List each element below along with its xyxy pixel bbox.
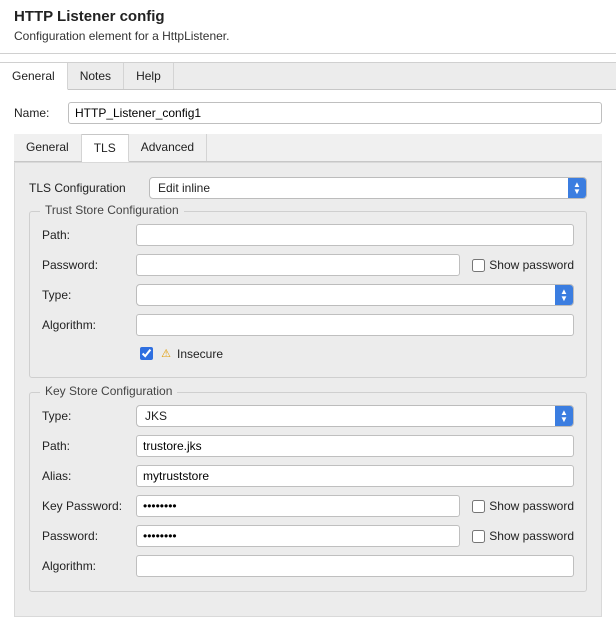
chevron-updown-icon: ▲▼ xyxy=(555,285,573,305)
ts-type-value xyxy=(137,285,555,305)
ks-password-toggle[interactable]: Show password xyxy=(468,527,574,546)
ts-showpassword-label: Show password xyxy=(489,258,574,272)
keystore-title: Key Store Configuration xyxy=(40,384,177,398)
ks-algorithm-label: Algorithm: xyxy=(42,559,136,573)
ks-type-label: Type: xyxy=(42,409,136,423)
ts-algorithm-label: Algorithm: xyxy=(42,318,136,332)
ts-type-label: Type: xyxy=(42,288,136,302)
ks-keypassword-checkbox[interactable] xyxy=(472,500,485,513)
tls-config-select[interactable]: Edit inline ▲▼ xyxy=(149,177,587,199)
ks-algorithm-input[interactable] xyxy=(136,555,574,577)
outer-tab-container: General Notes Help Name: General TLS Adv… xyxy=(0,62,616,635)
ts-insecure-checkbox[interactable] xyxy=(140,347,153,360)
ts-insecure-label: Insecure xyxy=(177,347,223,361)
ts-password-input[interactable] xyxy=(136,254,460,276)
ks-keypassword-toggle[interactable]: Show password xyxy=(468,497,574,516)
tls-panel: TLS Configuration Edit inline ▲▼ Trust S… xyxy=(14,162,602,617)
tab-inner-general[interactable]: General xyxy=(14,134,82,161)
tab-help[interactable]: Help xyxy=(124,63,174,89)
ks-alias-label: Alias: xyxy=(42,469,136,483)
tls-config-value: Edit inline xyxy=(150,178,568,198)
ks-path-input[interactable] xyxy=(136,435,574,457)
tab-inner-advanced[interactable]: Advanced xyxy=(129,134,207,161)
dialog-header: HTTP Listener config Configuration eleme… xyxy=(0,0,616,54)
tab-notes[interactable]: Notes xyxy=(68,63,124,89)
ts-algorithm-input[interactable] xyxy=(136,314,574,336)
ks-keypassword-showlabel: Show password xyxy=(489,499,574,513)
ks-password-showlabel: Show password xyxy=(489,529,574,543)
name-row: Name: xyxy=(14,102,602,124)
ks-password-label: Password: xyxy=(42,529,136,543)
tab-inner-tls[interactable]: TLS xyxy=(82,134,129,162)
keystore-group: Key Store Configuration Type: JKS ▲▼ Pat… xyxy=(29,392,587,592)
dialog-subtitle: Configuration element for a HttpListener… xyxy=(14,29,602,43)
ks-alias-input[interactable] xyxy=(136,465,574,487)
ts-path-input[interactable] xyxy=(136,224,574,246)
ks-type-select[interactable]: JKS ▲▼ xyxy=(136,405,574,427)
dialog-title: HTTP Listener config xyxy=(14,8,602,25)
inner-tabrow: General TLS Advanced xyxy=(14,134,602,162)
ts-password-label: Password: xyxy=(42,258,136,272)
name-label: Name: xyxy=(14,106,62,120)
ks-password-checkbox[interactable] xyxy=(472,530,485,543)
ks-path-label: Path: xyxy=(42,439,136,453)
warning-icon: ⚠ xyxy=(159,347,173,361)
tab-general[interactable]: General xyxy=(0,63,68,90)
ks-password-input[interactable] xyxy=(136,525,460,547)
ts-type-select[interactable]: ▲▼ xyxy=(136,284,574,306)
ts-showpassword-checkbox[interactable] xyxy=(472,259,485,272)
tls-config-row: TLS Configuration Edit inline ▲▼ xyxy=(29,177,587,199)
tls-config-label: TLS Configuration xyxy=(29,181,149,195)
general-panel: Name: General TLS Advanced TLS Configura… xyxy=(0,90,616,635)
outer-tabrow: General Notes Help xyxy=(0,63,616,90)
truststore-group: Trust Store Configuration Path: Password… xyxy=(29,211,587,378)
ts-path-label: Path: xyxy=(42,228,136,242)
chevron-updown-icon: ▲▼ xyxy=(568,178,586,198)
truststore-title: Trust Store Configuration xyxy=(40,203,184,217)
ts-showpassword-toggle[interactable]: Show password xyxy=(468,256,574,275)
name-input[interactable] xyxy=(68,102,602,124)
ks-keypassword-label: Key Password: xyxy=(42,499,136,513)
ks-type-value: JKS xyxy=(137,406,555,426)
chevron-updown-icon: ▲▼ xyxy=(555,406,573,426)
ks-keypassword-input[interactable] xyxy=(136,495,460,517)
